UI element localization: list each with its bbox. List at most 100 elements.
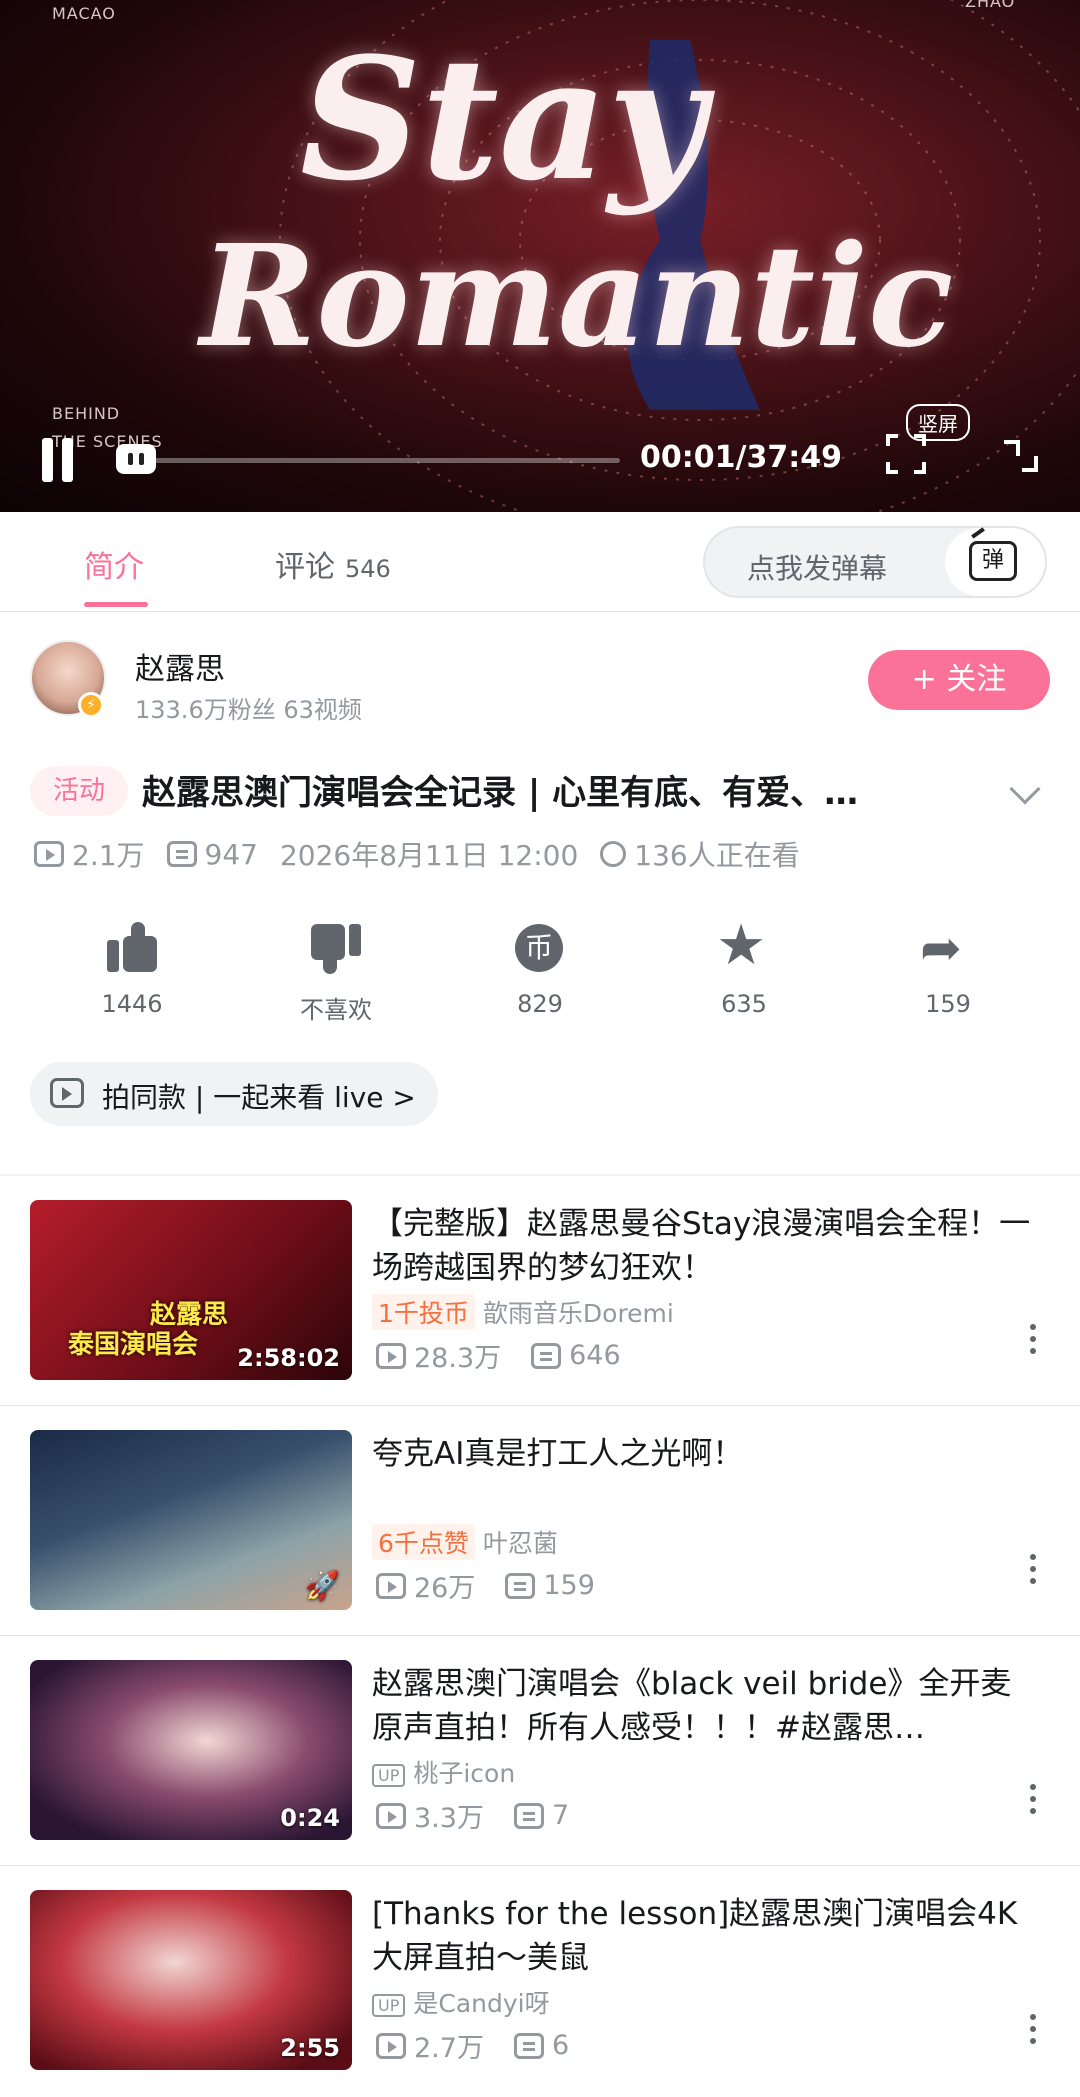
list-item[interactable]: 2:55 [Thanks for the lesson]赵露思澳门演唱会4K大屏… [0, 1866, 1080, 2096]
dislike-button[interactable]: 不喜欢 [276, 920, 396, 1025]
watch-together-pill[interactable]: 拍同款 | 一起来看 live > [30, 1062, 438, 1126]
playback-time: 00:01/37:49 [640, 440, 842, 475]
play-count-icon [376, 1802, 406, 1829]
activity-badge[interactable]: 活动 [30, 766, 128, 816]
thumbnail-caption-line2: 泰国演唱会 [68, 1330, 199, 1360]
danmaku-placeholder: 点我发弹幕 [747, 552, 888, 585]
chevron-down-icon[interactable] [1009, 773, 1041, 805]
more-options-icon[interactable] [1030, 2014, 1036, 2044]
comments-count: 546 [345, 555, 391, 583]
video-meta: 2.1万 947 2026年8月11日 12:00 136人正在看 [34, 834, 800, 874]
recommendation-title: 夸克AI真是打工人之光啊！ [372, 1436, 744, 1472]
more-options-icon[interactable] [1030, 1554, 1036, 1584]
rocket-icon: 🚀 [305, 1569, 340, 1602]
favorite-count: 635 [721, 990, 767, 1018]
corner-label-right: ZHAO [965, 0, 1016, 11]
list-item[interactable]: 🚀 夸克AI真是打工人之光啊！ 6千点赞 叶忍菌 26万 159 [0, 1406, 1080, 1636]
stat-badge: 6千点赞 [372, 1524, 475, 1560]
up-icon: UP [372, 1763, 406, 1787]
pill-label: 拍同款 | 一起来看 live > [102, 1081, 416, 1114]
video-title: 赵露思澳门演唱会全记录 | 心里有底、有爱、… [142, 773, 859, 813]
danmaku-count-icon [531, 1342, 562, 1369]
danmaku-icon: 弹 [969, 541, 1017, 581]
recommendation-title: 赵露思澳门演唱会《black veil bride》全开麦原声直拍！所有人感受！… [372, 1666, 1012, 1746]
publish-date: 2026年8月11日 12:00 [279, 839, 579, 872]
list-item[interactable]: 0:24 赵露思澳门演唱会《black veil bride》全开麦原声直拍！所… [0, 1636, 1080, 1866]
tab-comments[interactable]: 评论 546 [275, 542, 391, 586]
follow-button[interactable]: + 关注 [868, 650, 1050, 710]
recommendation-title: 【完整版】赵露思曼谷Stay浪漫演唱会全程！一场跨越国界的梦幻狂欢！ [372, 1206, 1031, 1286]
view-count: 26万 [414, 1573, 476, 1604]
coin-button[interactable]: 币 829 [480, 920, 600, 1018]
like-button[interactable]: 1446 [72, 920, 192, 1018]
more-options-icon[interactable] [1030, 1324, 1036, 1354]
play-count-icon [376, 1342, 406, 1369]
author-name: 叶忍菌 [482, 1529, 558, 1558]
danmaku-count-icon [166, 841, 197, 867]
danmaku-count: 646 [569, 1340, 621, 1371]
pause-button[interactable] [38, 438, 80, 482]
video-duration: 2:55 [280, 2034, 340, 2062]
up-icon: UP [372, 1993, 406, 2017]
danmaku-count: 6 [551, 2030, 570, 2061]
thumbnail-caption: 赵露思 泰国演唱会 [68, 1300, 229, 1360]
video-duration: 2:58:02 [237, 1344, 340, 1372]
share-count: 159 [925, 990, 971, 1018]
share-button[interactable]: ➦ 159 [888, 920, 1008, 1018]
play-count-icon [376, 1572, 406, 1599]
player-controls: 00:01/37:49 竖屏 [0, 404, 1080, 500]
like-count: 1446 [101, 990, 163, 1018]
video-thumbnail[interactable]: 🚀 [30, 1430, 352, 1610]
video-player[interactable]: MACAO ZHAO Stay Romantic BEHIND THE SCEN… [0, 0, 1080, 512]
thumbnail-caption-line1: 赵露思 [150, 1300, 229, 1330]
view-count: 2.1万 [72, 839, 145, 872]
tab-active-indicator [84, 602, 148, 607]
tab-bar: 简介 评论 546 点我发弹幕 弹 [0, 512, 1080, 612]
uploader-name[interactable]: 赵露思 [135, 644, 225, 688]
recommendation-title: [Thanks for the lesson]赵露思澳门演唱会4K大屏直拍～美鼠 [372, 1896, 1018, 1976]
video-thumbnail[interactable]: 赵露思 泰国演唱会 2:58:02 [30, 1200, 352, 1380]
coin-count: 829 [517, 990, 563, 1018]
danmaku-count-icon [505, 1572, 536, 1599]
view-count: 2.7万 [414, 2033, 484, 2064]
uploader-stats: 133.6万粉丝 63视频 [135, 696, 362, 724]
danmaku-input[interactable]: 点我发弹幕 弹 [703, 526, 1047, 598]
video-sparkle-icon [50, 1078, 84, 1108]
fullscreen-icon[interactable] [1000, 434, 1040, 474]
thumbs-up-icon [107, 920, 157, 976]
author-name: 桃子icon [413, 1759, 516, 1788]
stat-badge: 1千投币 [372, 1294, 475, 1330]
danmaku-count: 7 [551, 1800, 570, 1831]
favorite-button[interactable]: ★ 635 [684, 916, 804, 1019]
people-icon [600, 841, 627, 867]
play-count-icon [34, 841, 64, 867]
video-duration: 0:24 [280, 1804, 340, 1832]
thumbs-down-icon [311, 920, 361, 976]
dislike-label: 不喜欢 [300, 996, 372, 1024]
video-thumbnail[interactable]: 0:24 [30, 1660, 352, 1840]
danmaku-count-icon [513, 2032, 544, 2059]
tab-comments-label: 评论 [275, 550, 335, 585]
author-name: 歆雨音乐Doremi [482, 1299, 674, 1328]
tab-intro[interactable]: 简介 [84, 542, 144, 586]
view-count: 28.3万 [414, 1343, 502, 1374]
coin-icon: 币 [515, 920, 565, 976]
video-thumbnail[interactable]: 2:55 [30, 1890, 352, 2070]
view-count: 3.3万 [414, 1803, 484, 1834]
progress-bar[interactable] [120, 458, 620, 463]
title-art-line2: Romantic [200, 215, 954, 379]
watching-count: 136人正在看 [634, 839, 800, 872]
progress-knob[interactable] [116, 444, 156, 474]
danmaku-count: 947 [204, 837, 258, 871]
lightning-icon: ⚡ [78, 692, 104, 718]
danmaku-count-icon [513, 1802, 544, 1829]
play-count-icon [376, 2032, 406, 2059]
more-options-icon[interactable] [1030, 1784, 1036, 1814]
danmaku-toggle-button[interactable]: 弹 [945, 527, 1045, 596]
share-icon: ➦ [920, 919, 962, 977]
author-name: 是Candyi呀 [413, 1989, 550, 2018]
danmaku-count: 159 [543, 1570, 595, 1601]
list-item[interactable]: 赵露思 泰国演唱会 2:58:02 【完整版】赵露思曼谷Stay浪漫演唱会全程！… [0, 1176, 1080, 1406]
vertical-fullscreen-icon[interactable] [886, 434, 926, 474]
corner-label-left: MACAO [52, 4, 116, 23]
